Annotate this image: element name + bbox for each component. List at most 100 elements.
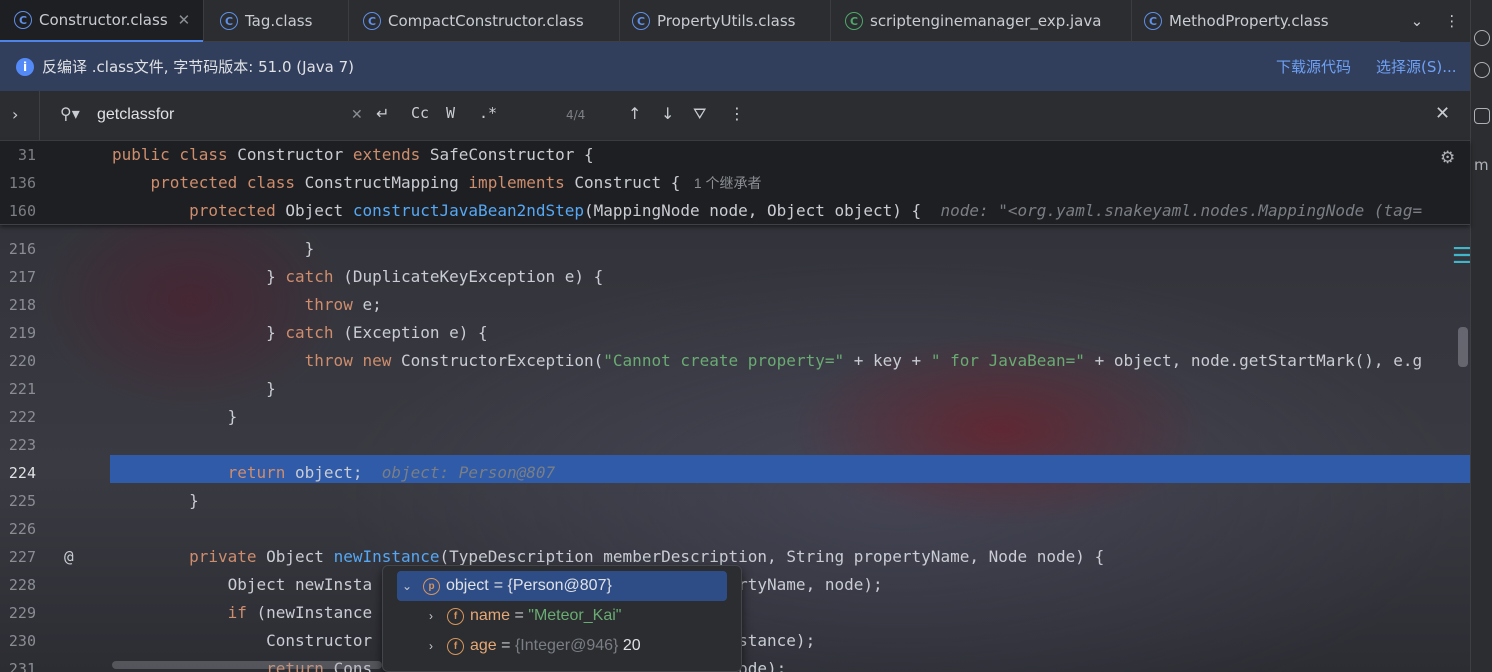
line-number[interactable]: 136 — [0, 169, 36, 197]
code-token: "Cannot create property=" — [603, 351, 845, 370]
chevron-right-icon[interactable]: › — [421, 609, 441, 623]
code-token: extends — [352, 145, 430, 164]
match-case-toggle[interactable]: Cc — [411, 104, 429, 122]
code-token: protected class — [150, 173, 305, 192]
chevron-down-icon[interactable]: ⌄ — [397, 579, 417, 593]
more-options-icon[interactable]: ⋮ — [729, 104, 745, 123]
vertical-scrollbar[interactable] — [1458, 327, 1468, 367]
more-vertical-icon[interactable]: ⋮ — [1444, 12, 1459, 30]
tab-label: MethodProperty.class — [1169, 12, 1329, 30]
code-line[interactable]: 160 protected Object constructJavaBean2n… — [0, 197, 1470, 225]
search-icon[interactable]: ⚲▾ — [60, 104, 80, 123]
tab-label: PropertyUtils.class — [657, 12, 796, 30]
code-line[interactable]: 216 } — [0, 235, 1470, 263]
chevron-right-icon[interactable]: › — [421, 639, 441, 653]
horizontal-scrollbar[interactable] — [112, 661, 382, 669]
line-number[interactable]: 229 — [0, 599, 36, 627]
code-line[interactable]: 224 return object; object: Person@807 — [0, 459, 1470, 487]
tab-constructor-class[interactable]: C Constructor.class ✕ — [0, 0, 203, 42]
regex-toggle[interactable]: .* — [479, 104, 497, 122]
field-name: age — [470, 637, 497, 654]
code-token: (TypeDescription memberDescription, Stri… — [439, 547, 1105, 566]
tab-methodproperty-class[interactable]: C MethodProperty.class — [1132, 0, 1377, 42]
code-text: } — [112, 403, 238, 431]
tab-label: Tag.class — [245, 12, 313, 30]
tree-node-object[interactable]: ⌄ p object = {Person@807} — [397, 571, 727, 601]
line-number[interactable]: 31 — [0, 141, 36, 169]
code-line[interactable]: 218 throw e; — [0, 291, 1470, 319]
implementation-gutter-icon[interactable]: @ — [64, 543, 74, 571]
download-sources-link[interactable]: 下载源代码 — [1276, 56, 1351, 77]
code-token: protected — [189, 201, 286, 220]
previous-occurrence-icon[interactable]: ↑ — [628, 104, 641, 123]
line-number[interactable]: 222 — [0, 403, 36, 431]
close-icon[interactable]: ✕ — [178, 11, 191, 29]
code-line[interactable]: 220 throw new ConstructorException("Cann… — [0, 347, 1470, 375]
tree-node-name[interactable]: › f name = "Meteor_Kai" — [383, 601, 741, 631]
maven-icon[interactable]: m — [1474, 156, 1490, 174]
variable-name: object — [446, 577, 489, 594]
line-number[interactable]: 225 — [0, 487, 36, 515]
line-number[interactable]: 231 — [0, 655, 36, 672]
line-number[interactable]: 217 — [0, 263, 36, 291]
line-number[interactable]: 218 — [0, 291, 36, 319]
sticky-scroll-header: 31 public class Constructor extends SafeC… — [0, 141, 1470, 225]
line-number[interactable]: 220 — [0, 347, 36, 375]
field-equals: = — [510, 607, 529, 624]
code-line[interactable]: 226 — [0, 515, 1470, 543]
chevron-right-icon[interactable]: › — [12, 105, 18, 124]
code-line[interactable]: 31 public class Constructor extends SafeC… — [0, 141, 1470, 169]
line-number[interactable]: 160 — [0, 197, 36, 225]
code-token: catch — [285, 323, 344, 342]
ai-assistant-icon[interactable] — [1474, 62, 1490, 78]
search-input[interactable] — [97, 104, 337, 126]
code-token: } — [304, 239, 315, 258]
code-line[interactable]: 225 } — [0, 487, 1470, 515]
notifications-icon[interactable] — [1474, 30, 1490, 46]
code-line[interactable]: 222 } — [0, 403, 1470, 431]
right-tool-strip: m — [1470, 0, 1492, 672]
gear-icon[interactable]: ⚙ — [1440, 148, 1460, 168]
code-token: Object — [266, 547, 334, 566]
next-occurrence-icon[interactable]: ↓ — [661, 104, 674, 123]
new-line-icon[interactable]: ↵ — [376, 104, 389, 123]
code-token: } — [266, 267, 286, 286]
code-line[interactable]: 217 } catch (DuplicateKeyException e) { — [0, 263, 1470, 291]
tab-scriptenginemanager-java[interactable]: C scriptenginemanager_exp.java — [831, 0, 1131, 42]
code-token: } — [266, 379, 276, 398]
code-line[interactable]: 219 } catch (Exception e) { — [0, 319, 1470, 347]
line-number[interactable]: 227 — [0, 543, 36, 571]
whole-words-toggle[interactable]: W — [446, 104, 455, 122]
class-icon: C — [632, 12, 650, 30]
line-number[interactable]: 228 — [0, 571, 36, 599]
chevron-down-icon[interactable]: ⌄ — [1411, 12, 1424, 30]
code-text: if (newInstance — [112, 599, 373, 627]
code-token: private — [189, 547, 267, 566]
line-number[interactable]: 219 — [0, 319, 36, 347]
close-icon[interactable]: ✕ — [1435, 103, 1450, 124]
choose-sources-link[interactable]: 选择源(S)... — [1376, 56, 1457, 77]
tab-tag-class[interactable]: C Tag.class — [204, 0, 348, 42]
code-token: Constructor — [237, 145, 353, 164]
tab-propertyutils-class[interactable]: C PropertyUtils.class — [620, 0, 830, 42]
tab-compactconstructor-class[interactable]: C CompactConstructor.class — [349, 0, 619, 42]
line-number[interactable]: 223 — [0, 431, 36, 459]
code-token: throw — [304, 295, 363, 314]
debug-value-popup: ⌄ p object = {Person@807} › f name = "Me… — [382, 565, 742, 672]
line-number[interactable]: 230 — [0, 627, 36, 655]
line-number[interactable]: 224 — [0, 459, 36, 487]
divider — [39, 91, 40, 141]
structure-icon[interactable]: ☰ — [1452, 244, 1472, 269]
tree-node-age[interactable]: › f age = {Integer@946} 20 — [383, 631, 741, 661]
filter-icon[interactable]: ⛛ — [693, 104, 706, 124]
database-icon[interactable] — [1474, 108, 1490, 124]
line-number[interactable]: 226 — [0, 515, 36, 543]
code-line[interactable]: 136 protected class ConstructMapping imp… — [0, 169, 1470, 197]
code-line[interactable]: 223 — [0, 431, 1470, 459]
line-number[interactable]: 216 — [0, 235, 36, 263]
clear-icon[interactable]: ✕ — [351, 107, 363, 123]
code-line[interactable]: 221 } — [0, 375, 1470, 403]
line-number[interactable]: 221 — [0, 375, 36, 403]
